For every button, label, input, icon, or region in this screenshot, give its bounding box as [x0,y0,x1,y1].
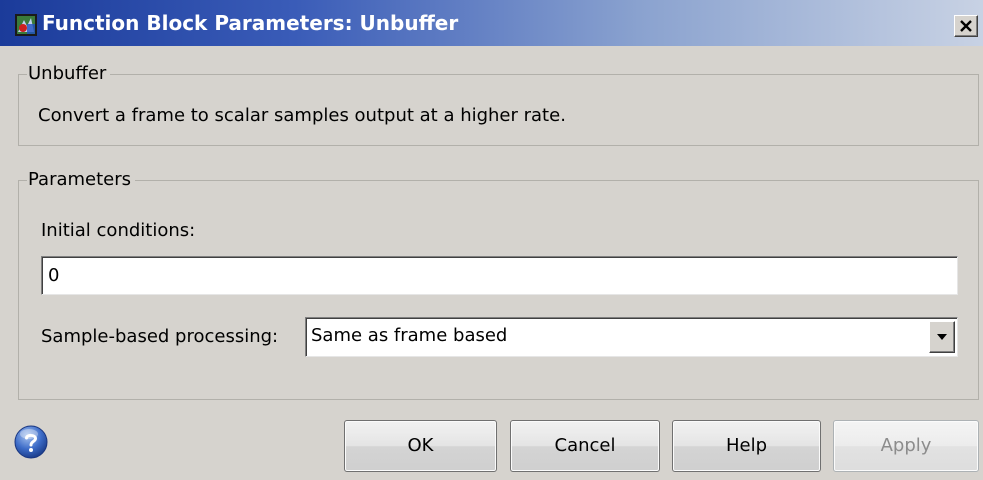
sample-processing-dropdown[interactable]: Same as frame based [305,317,958,357]
chevron-down-icon [937,334,947,340]
window-title: Function Block Parameters: Unbuffer [42,11,459,35]
apply-button[interactable]: Apply [833,420,979,472]
title-bar[interactable]: Function Block Parameters: Unbuffer [0,0,983,46]
cancel-button[interactable]: Cancel [510,420,660,472]
initial-conditions-input[interactable] [41,256,958,295]
simulink-block-icon [15,14,37,36]
sample-processing-value: Same as frame based [311,325,508,346]
dropdown-arrow-button[interactable] [929,321,955,353]
help-button[interactable]: Help [672,420,821,472]
sample-processing-label: Sample-based processing: [41,326,279,347]
initial-conditions-label: Initial conditions: [41,220,196,241]
close-icon [960,20,972,32]
block-group-legend: Unbuffer [27,61,111,87]
dialog-window: Function Block Parameters: Unbuffer Unbu… [0,0,983,480]
block-description: Convert a frame to scalar samples output… [38,105,566,126]
help-icon[interactable] [14,425,48,459]
parameters-group-legend: Parameters [27,167,136,193]
close-button[interactable] [954,15,978,37]
ok-button[interactable]: OK [344,420,497,472]
